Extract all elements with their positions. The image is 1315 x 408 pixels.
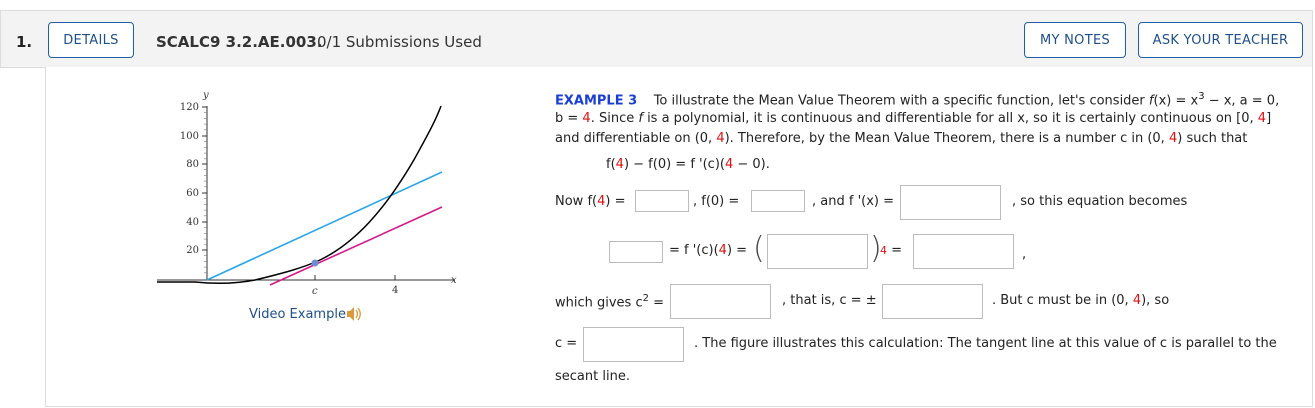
plus-minus-input[interactable] bbox=[882, 284, 983, 319]
ask-teacher-button[interactable]: ASK YOUR TEACHER bbox=[1138, 22, 1303, 58]
text-run: 4 bbox=[718, 243, 727, 258]
question-number: 1. bbox=[16, 33, 33, 51]
speaker-icon[interactable] bbox=[345, 305, 365, 323]
my-notes-button[interactable]: MY NOTES bbox=[1024, 22, 1126, 58]
text-run: 4 bbox=[724, 157, 734, 172]
exp-text: 4 = bbox=[880, 243, 902, 258]
question-header: 1. DETAILS SCALC9 3.2.AE.003. 0/1 Submis… bbox=[0, 10, 1313, 68]
text-run: (x) = x bbox=[1153, 93, 1199, 109]
text-run: b = bbox=[555, 111, 583, 126]
text-run: 4 bbox=[582, 111, 591, 126]
becomes-text: , so this equation becomes bbox=[1012, 194, 1188, 209]
now-f4-text: Now f(4) = bbox=[555, 194, 625, 209]
x-axis-label: x bbox=[451, 275, 457, 286]
c-tick-label: c bbox=[312, 286, 318, 297]
example-label: EXAMPLE 3 bbox=[555, 93, 638, 109]
text-run: . But c must be in (0, bbox=[992, 293, 1133, 308]
f0-text: , f(0) = bbox=[693, 194, 740, 209]
left-paren: ( bbox=[753, 231, 765, 266]
text-run: = bbox=[649, 295, 665, 311]
text-run: − 0). bbox=[733, 157, 770, 172]
example-line-1: EXAMPLE 3 To illustrate the Mean Value T… bbox=[555, 91, 1279, 108]
text-run: ) such that bbox=[1177, 131, 1248, 146]
secant-line-text: secant line. bbox=[555, 369, 630, 384]
text-run: Now f( bbox=[555, 194, 598, 209]
text-run: ] bbox=[1266, 111, 1272, 126]
fprime-text: , and f '(x) = bbox=[812, 194, 894, 209]
lhs-input[interactable] bbox=[609, 241, 663, 263]
example-line-2: b = 4. Since f is a polynomial, it is co… bbox=[555, 111, 1271, 126]
tangent-line bbox=[269, 206, 443, 286]
details-button[interactable]: DETAILS bbox=[48, 22, 134, 58]
mvt-equation: f(4) − f(0) = f '(c)(4 − 0). bbox=[606, 157, 770, 172]
text-run: . Since bbox=[590, 111, 639, 126]
c-equals-text: c = bbox=[555, 336, 578, 351]
text-run: 4 bbox=[1132, 293, 1142, 308]
rhs-input[interactable] bbox=[913, 234, 1014, 269]
text-run: which gives c bbox=[555, 295, 643, 311]
gives-text: which gives c2 = bbox=[555, 293, 664, 310]
text-run: f( bbox=[606, 157, 616, 172]
y-tick-label: 120 bbox=[180, 102, 199, 113]
tangent-point bbox=[311, 259, 319, 267]
mvt-figure: 120 100 80 60 40 20 y x c 4 bbox=[157, 90, 457, 297]
f0-input[interactable] bbox=[751, 190, 805, 212]
text-run: 4 bbox=[1257, 111, 1267, 126]
text-run: To illustrate the Mean Value Theorem wit… bbox=[653, 93, 1149, 109]
text-run: 4 bbox=[615, 157, 624, 172]
text-run: = f '(c)( bbox=[669, 243, 719, 258]
text-run: ) − f(0) = f '(c)( bbox=[623, 157, 725, 172]
f4-input[interactable] bbox=[635, 190, 689, 212]
text-run: = bbox=[887, 243, 903, 258]
c-input[interactable] bbox=[583, 327, 684, 362]
mid-equation-text: = f '(c)(4) = bbox=[669, 243, 747, 258]
text-run: ) = bbox=[726, 243, 748, 258]
y-tick-label: 80 bbox=[186, 159, 199, 170]
comma-text: , bbox=[1022, 247, 1027, 262]
fprime-input[interactable] bbox=[900, 185, 1001, 220]
y-axis-label: y bbox=[202, 90, 209, 101]
text-run: 4 bbox=[880, 244, 887, 257]
cubic-curve bbox=[157, 105, 442, 285]
text-run: ) = bbox=[605, 194, 626, 209]
text-run: 4 bbox=[716, 131, 725, 146]
text-run: ), so bbox=[1141, 293, 1170, 308]
figure-explanation-text: . The figure illustrates this calculatio… bbox=[694, 336, 1277, 351]
y-tick-label: 100 bbox=[180, 131, 199, 142]
text-run: − x, a = 0, bbox=[1204, 93, 1280, 109]
c-squared-input[interactable] bbox=[670, 284, 771, 319]
thatis-text: , that is, c = ± bbox=[782, 293, 877, 308]
text-run: and differentiable on (0, bbox=[555, 131, 717, 146]
video-example-link[interactable]: Video Example bbox=[249, 307, 346, 322]
x-tick-label: 4 bbox=[392, 285, 398, 296]
submissions-count: 0/1 Submissions Used bbox=[317, 33, 482, 51]
y-tick-label: 20 bbox=[186, 245, 199, 256]
y-tick-label: 40 bbox=[186, 217, 199, 228]
text-run: 4 bbox=[1168, 131, 1178, 146]
example-line-3: and differentiable on (0, 4). Therefore,… bbox=[555, 131, 1247, 146]
text-run: is a polynomial, it is continuous and di… bbox=[642, 111, 1258, 126]
but-text: . But c must be in (0, 4), so bbox=[992, 293, 1169, 308]
y-tick-label: 60 bbox=[186, 188, 199, 199]
text-run: ). Therefore, by the Mean Value Theorem,… bbox=[724, 131, 1169, 146]
paren-input[interactable] bbox=[767, 234, 868, 269]
secant-line bbox=[206, 171, 443, 281]
question-title: SCALC9 3.2.AE.003. bbox=[156, 33, 323, 51]
